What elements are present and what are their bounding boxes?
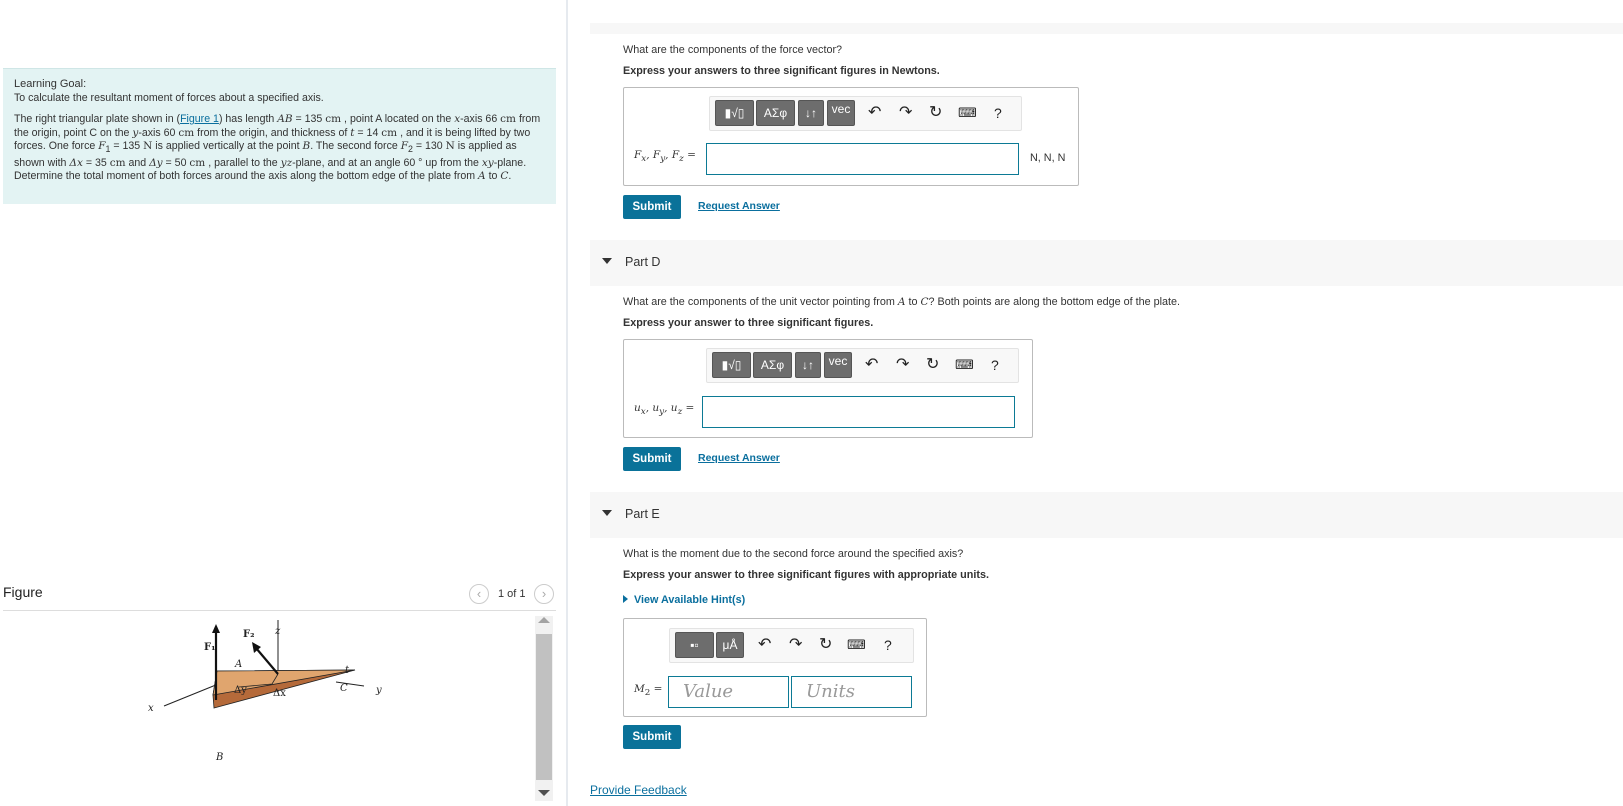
point-c-label: C — [340, 683, 348, 694]
templates-button[interactable]: ▮√▯ — [712, 352, 751, 378]
part-c-input[interactable] — [706, 143, 1019, 175]
part-d-request-answer-link[interactable]: Request Answer — [698, 452, 780, 464]
force-f2-arrow — [255, 647, 279, 675]
part-d-header[interactable]: Part D — [590, 240, 1623, 286]
part-d-answer-box: ▮√▯ ΑΣφ ↓↑ vec ↶ ↷ ↻ ⌨ ? ux, uy, uz = — [623, 339, 1033, 438]
part-e-header[interactable]: Part E — [590, 492, 1623, 538]
value-input[interactable]: Value — [668, 676, 789, 708]
keyboard-icon[interactable]: ⌨ — [955, 357, 974, 373]
x-axis-label: x — [148, 703, 154, 714]
scroll-down-icon[interactable] — [538, 790, 550, 796]
part-e-question: What is the moment due to the second for… — [623, 548, 964, 560]
part-e-title: Part E — [625, 507, 660, 521]
dy-label: Δy — [234, 685, 247, 696]
fraction-sqrt-icon: ▮√▯ — [721, 358, 742, 372]
provide-feedback-link[interactable]: Provide Feedback — [590, 783, 687, 797]
figure-link[interactable]: Figure 1 — [180, 113, 219, 125]
part-c-question: What are the components of the force vec… — [623, 44, 843, 56]
greek-button[interactable]: ΑΣφ — [756, 100, 795, 126]
part-c-label: Fx, Fy, Fz = — [634, 149, 696, 165]
caret-down-icon — [602, 510, 612, 516]
reset-icon[interactable]: ↻ — [929, 105, 942, 121]
help-icon[interactable]: ? — [994, 105, 1002, 121]
z-axis-label: z — [274, 626, 281, 637]
chevron-left-icon: ‹ — [476, 586, 482, 601]
part-c-header-band — [590, 23, 1623, 34]
greek-button[interactable]: ΑΣφ — [753, 352, 792, 378]
part-d-label: ux, uy, uz = — [634, 402, 695, 418]
part-e-submit-button[interactable]: Submit — [623, 725, 681, 749]
next-figure-button[interactable]: › — [534, 584, 554, 604]
point-b-label: B — [215, 752, 223, 763]
point-a-label: A — [234, 659, 242, 670]
part-d-title: Part D — [625, 255, 661, 269]
view-hints-link[interactable]: View Available Hint(s) — [623, 594, 745, 606]
templates-button[interactable]: ▪▫ — [675, 632, 714, 658]
scroll-up-icon[interactable] — [538, 617, 550, 623]
figure-diagram: z x y A B C t F₁ F₂ Δy Δx — [148, 620, 382, 763]
figure-counter: 1 of 1 — [498, 588, 526, 600]
part-c-instruction: Express your answers to three significan… — [623, 65, 940, 77]
units-input[interactable]: Units — [791, 676, 912, 708]
templates-icon: ▪▫ — [690, 638, 699, 652]
sort-button[interactable]: ↓↑ — [795, 352, 821, 378]
part-d-instruction: Express your answer to three significant… — [623, 317, 874, 329]
part-c-answer-box: ▮√▯ ΑΣφ ↓↑ vec ↶ ↷ ↻ ⌨ ? Fx, Fy, Fz = N,… — [623, 87, 1079, 186]
prev-figure-button[interactable]: ‹ — [469, 584, 489, 604]
part-e-answer-box: ▪▫ μÅ ↶ ↷ ↻ ⌨ ? M2 = Value Units — [623, 618, 927, 717]
dx-label: Δx — [273, 688, 286, 699]
part-c-request-answer-link[interactable]: Request Answer — [698, 200, 780, 212]
problem-statement: The right triangular plate shown in (Fig… — [14, 113, 541, 183]
part-d-question: What are the components of the unit vect… — [623, 296, 1181, 308]
sort-button[interactable]: ↓↑ — [798, 100, 824, 126]
part-c-submit-button[interactable]: Submit — [623, 195, 681, 219]
undo-icon[interactable]: ↶ — [758, 637, 771, 653]
part-c-toolbar: ▮√▯ ΑΣφ ↓↑ vec ↶ ↷ ↻ ⌨ ? — [709, 96, 1022, 131]
part-d-toolbar: ▮√▯ ΑΣφ ↓↑ vec ↶ ↷ ↻ ⌨ ? — [706, 348, 1019, 383]
part-d-input[interactable] — [702, 396, 1015, 428]
part-e-instruction: Express your answer to three significant… — [623, 569, 989, 581]
figure-title: Figure — [3, 584, 43, 600]
f1-label: F₁ — [204, 642, 215, 653]
panel-divider — [566, 0, 568, 806]
reset-icon[interactable]: ↻ — [819, 637, 832, 653]
undo-icon[interactable]: ↶ — [868, 105, 881, 121]
f2-label: F₂ — [243, 629, 254, 640]
units-button[interactable]: μÅ — [716, 632, 744, 658]
vec-button[interactable]: vec — [824, 352, 852, 378]
undo-icon[interactable]: ↶ — [865, 357, 878, 373]
reset-icon[interactable]: ↻ — [926, 357, 939, 373]
part-c-units: N, N, N — [1030, 152, 1066, 164]
learning-goal-panel: Learning Goal: To calculate the resultan… — [3, 68, 556, 204]
chevron-right-icon: › — [541, 586, 547, 601]
figure-separator — [3, 610, 556, 611]
fraction-sqrt-icon: ▮√▯ — [724, 106, 745, 120]
redo-icon[interactable]: ↷ — [896, 357, 909, 373]
part-e-label: M2 = — [634, 683, 663, 699]
vec-button[interactable]: vec — [827, 100, 855, 126]
learning-goal-title: Learning Goal: — [14, 78, 87, 90]
keyboard-icon[interactable]: ⌨ — [847, 637, 866, 653]
help-icon[interactable]: ? — [884, 637, 892, 653]
learning-goal-subtitle: To calculate the resultant moment of for… — [14, 91, 324, 104]
part-d-submit-button[interactable]: Submit — [623, 447, 681, 471]
figure-scrollbar-thumb[interactable] — [536, 634, 552, 780]
redo-icon[interactable]: ↷ — [789, 637, 802, 653]
keyboard-icon[interactable]: ⌨ — [958, 105, 977, 121]
caret-right-icon — [623, 595, 628, 603]
part-e-toolbar: ▪▫ μÅ ↶ ↷ ↻ ⌨ ? — [669, 628, 914, 663]
caret-down-icon — [602, 258, 612, 264]
help-icon[interactable]: ? — [991, 357, 999, 373]
force-f1-arrowhead — [212, 624, 220, 633]
templates-button[interactable]: ▮√▯ — [715, 100, 754, 126]
redo-icon[interactable]: ↷ — [899, 105, 912, 121]
y-axis-label: y — [375, 685, 382, 696]
